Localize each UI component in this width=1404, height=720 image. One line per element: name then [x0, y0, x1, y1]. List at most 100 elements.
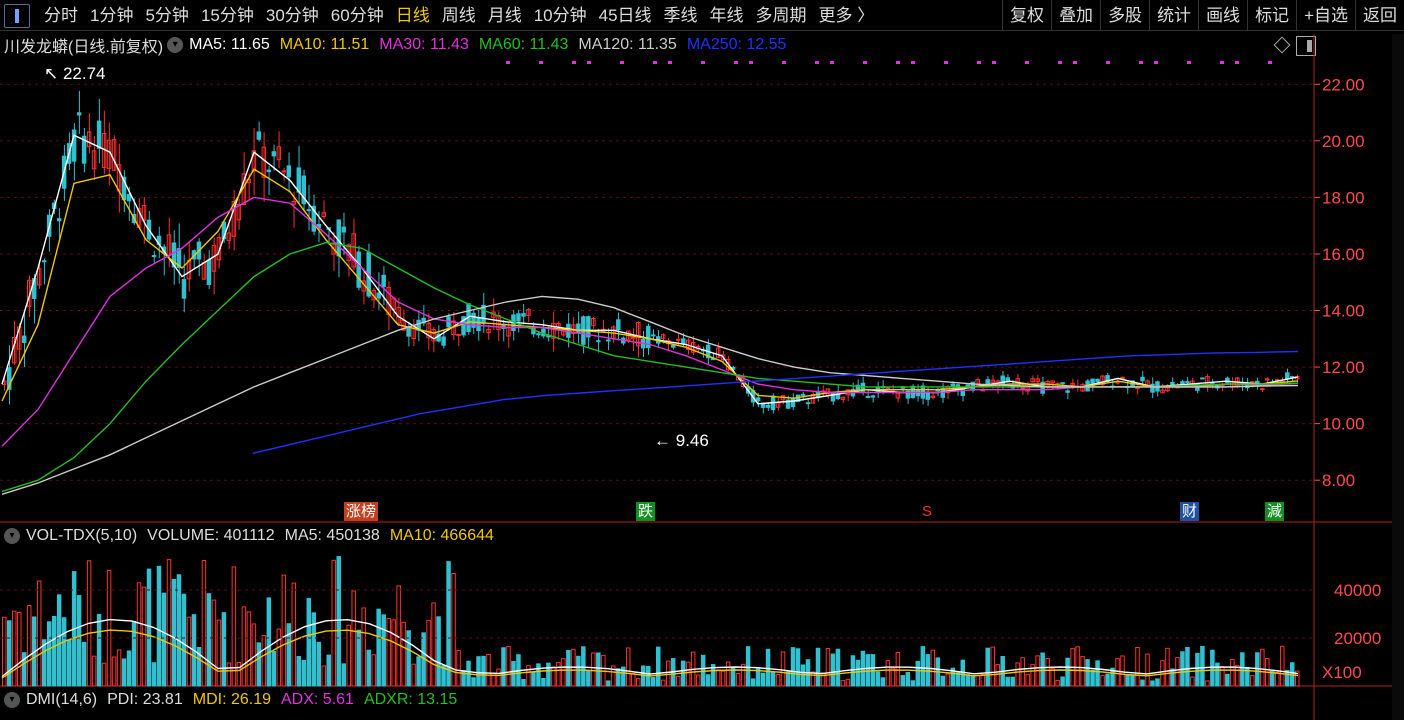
volume-bar — [361, 607, 366, 687]
volume-bar — [1085, 659, 1090, 687]
volume-bar — [1135, 647, 1140, 687]
volume-bar — [1115, 658, 1120, 687]
price-axis-label: 22.00 — [1322, 75, 1365, 94]
candle-body — [576, 323, 581, 334]
volume-bar — [835, 648, 841, 687]
low-price-label: ← 9.46 — [654, 431, 709, 450]
volume-bar — [945, 673, 951, 687]
candle-body — [76, 112, 82, 116]
volume-bar — [705, 674, 711, 687]
volume-bar — [256, 642, 262, 687]
volume-bar — [675, 675, 681, 687]
signal-dot — [587, 61, 591, 64]
volume-bar — [11, 610, 17, 687]
volume-bar — [995, 664, 1000, 687]
volume-bar — [915, 660, 921, 687]
volume-bar — [980, 673, 985, 687]
volume-bar — [1120, 655, 1125, 687]
volume-bar — [51, 615, 57, 687]
candle-body — [1065, 390, 1070, 393]
volume-bar — [246, 611, 252, 687]
high-price-label: ↖ 22.74 — [44, 64, 106, 83]
volume-bar — [301, 659, 307, 687]
event-marker-finance[interactable]: 财 — [1180, 502, 1200, 521]
signal-dot — [734, 61, 738, 64]
volume-bar — [1100, 675, 1105, 687]
volume-bar — [241, 606, 247, 687]
dmi-collapse-icon[interactable]: ▾ — [4, 692, 20, 708]
volume-bar — [631, 672, 636, 687]
volume-bar — [1190, 676, 1195, 687]
volume-bar — [581, 646, 586, 687]
event-marker-down[interactable]: 跌 — [636, 502, 656, 521]
volume-bar — [296, 656, 302, 687]
dmi-label[interactable]: DMI(14,6) — [26, 691, 97, 709]
volume-bar — [336, 556, 341, 687]
volume-bar — [606, 680, 611, 687]
volume-bar — [1150, 680, 1155, 687]
low-price-value: 9.46 — [675, 431, 709, 450]
volume-bar — [211, 599, 217, 687]
volume-bar — [16, 611, 22, 687]
volume-bar — [780, 651, 786, 687]
signal-dot — [572, 61, 576, 64]
volume-bar — [291, 582, 297, 687]
high-price-value: 22.74 — [62, 64, 106, 83]
signal-dot — [1220, 61, 1224, 64]
volume-indicator-label[interactable]: VOL-TDX(5,10) — [26, 527, 137, 545]
candle-body — [536, 333, 541, 336]
volume-bar — [925, 654, 931, 687]
volume-bar — [486, 653, 491, 687]
volume-bar — [810, 671, 816, 687]
signal-dot — [749, 61, 753, 64]
volume-bar — [476, 656, 481, 687]
volume-bar — [895, 652, 901, 687]
volume-bar — [1045, 658, 1050, 687]
volume-bar — [166, 559, 172, 687]
volume-unit: X100 — [1322, 663, 1362, 682]
volume-bar — [940, 675, 946, 687]
volume-bar — [436, 616, 441, 687]
volume-bar — [316, 641, 322, 687]
volume-bar — [376, 608, 381, 687]
volume-bar — [685, 661, 691, 687]
candle-body — [755, 397, 761, 402]
volume-bar — [885, 660, 891, 687]
volume-bar — [660, 679, 666, 687]
candle-body — [286, 165, 292, 178]
candle-body — [306, 209, 312, 212]
signal-dot — [1073, 61, 1077, 64]
event-marker-s[interactable]: S — [920, 502, 934, 521]
volume-bar — [970, 675, 975, 687]
candle-body — [516, 313, 521, 322]
volume-bar — [321, 665, 326, 687]
candle-body — [1185, 381, 1190, 384]
candle-body — [830, 392, 836, 402]
volume-bar — [76, 595, 82, 687]
candle-body — [271, 151, 277, 157]
volume-bar — [785, 671, 791, 687]
volume-bar — [391, 619, 396, 687]
volume-bar — [775, 673, 781, 687]
volume-bar — [206, 593, 212, 687]
event-marker-reduce[interactable]: 減 — [1265, 502, 1285, 521]
chart-canvas[interactable]: 22.00 20.00 18.00 16.00 14.00 12.00 10.00 8.00 4… — [0, 0, 1404, 720]
candle-body — [21, 335, 27, 343]
volume-bar — [845, 678, 851, 687]
volume-collapse-icon[interactable]: ▾ — [4, 528, 20, 544]
event-marker-limit-up[interactable]: 涨榜 — [344, 502, 379, 521]
volume-bar — [261, 635, 267, 687]
dmi-adx: ADX: 5.61 — [281, 691, 354, 708]
volume-bar — [715, 669, 721, 687]
candle-body — [790, 397, 796, 408]
volume-bar — [201, 559, 207, 687]
volume-bar — [226, 662, 232, 687]
volume-bar — [920, 646, 926, 687]
volume-bar — [176, 574, 182, 687]
candle-body — [206, 259, 212, 285]
volume-bar — [236, 661, 242, 687]
candle-body — [1150, 383, 1155, 393]
volume-bar — [186, 616, 192, 687]
candle-body — [1140, 376, 1145, 382]
volume-bar — [496, 668, 501, 687]
